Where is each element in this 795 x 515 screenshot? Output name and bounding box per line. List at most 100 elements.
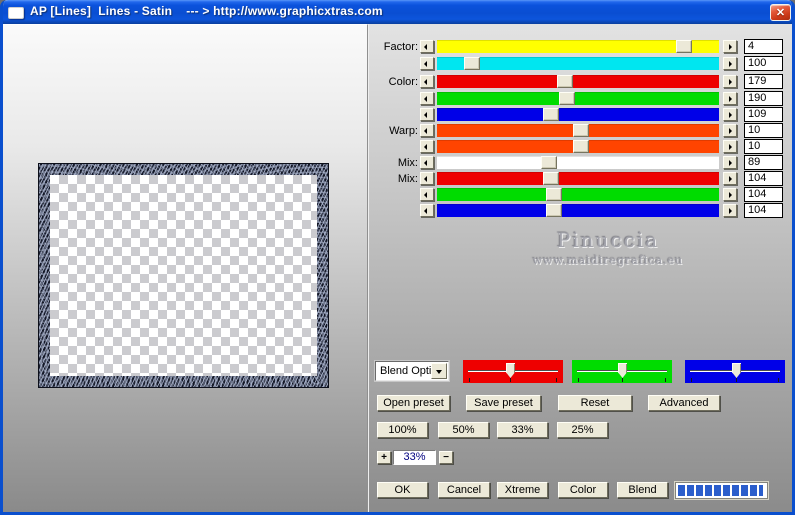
slider-value-box[interactable]: 4 [744,39,783,54]
slider-thumb[interactable] [546,188,562,201]
slider-left-arrow-button[interactable] [420,188,434,201]
slider-left-arrow-button[interactable] [420,57,434,70]
progress-segment [759,485,763,496]
slider-label: Mix: [397,157,418,169]
close-button[interactable]: ✕ [770,4,791,21]
slider-thumb[interactable] [573,124,589,137]
slider-track[interactable] [437,40,719,53]
slider-value-box[interactable]: 104 [744,187,783,202]
slider-track[interactable] [437,92,719,105]
slider-row: Factor: 4 [3,39,792,56]
slider-right-arrow-button[interactable] [723,156,737,169]
blue-channel-trackbar[interactable] [685,360,785,383]
slider-label: Factor: [383,41,418,53]
slider-track[interactable] [437,140,719,153]
trackbar-thumb[interactable] [618,363,627,378]
slider-value-box[interactable]: 190 [744,91,783,106]
trackbar-thumb[interactable] [506,363,515,378]
slider-row: Mix: 104 [3,171,792,188]
slider-thumb[interactable] [546,204,562,217]
ok-button[interactable]: OK [377,482,428,498]
zoom-out-button[interactable]: − [439,451,453,464]
arrow-right-icon [729,128,732,134]
slider-track[interactable] [437,188,719,201]
slider-right-arrow-button[interactable] [723,57,737,70]
app-icon [8,7,24,19]
slider-right-arrow-button[interactable] [723,204,737,217]
trackbar-thumb[interactable] [732,363,741,378]
slider-left-arrow-button[interactable] [420,75,434,88]
slider-right-arrow-button[interactable] [723,124,737,137]
slider-thumb[interactable] [557,75,573,88]
arrow-right-icon [729,44,732,50]
slider-right-arrow-button[interactable] [723,172,737,185]
slider-right-arrow-button[interactable] [723,188,737,201]
preview-25pct-button[interactable]: 25% [557,422,608,438]
slider-left-arrow-button[interactable] [420,140,434,153]
save-preset-button[interactable]: Save preset [466,395,541,411]
close-icon: ✕ [775,7,786,19]
slider-thumb[interactable] [543,172,559,185]
blend-button[interactable]: Blend [617,482,668,498]
blend-options-dropdown[interactable]: Blend Opti [375,361,449,381]
slider-left-arrow-button[interactable] [420,108,434,121]
slider-track[interactable] [437,75,719,88]
green-channel-trackbar[interactable] [572,360,672,383]
slider-right-arrow-button[interactable] [723,108,737,121]
slider-track[interactable] [437,57,719,70]
slider-value-box[interactable]: 100 [744,56,783,71]
slider-track[interactable] [437,108,719,121]
slider-label: Color: [388,76,418,88]
slider-track[interactable] [437,156,719,169]
slider-thumb[interactable] [541,156,557,169]
titlebar[interactable]: AP [Lines] Lines - Satin --- > http://ww… [3,0,792,24]
dropdown-selected-value: Blend Opti [380,365,432,377]
slider-value-box[interactable]: 104 [744,171,783,186]
slider-right-arrow-button[interactable] [723,75,737,88]
progress-segment [723,485,730,496]
slider-thumb[interactable] [676,40,692,53]
slider-label: Warp: [389,125,418,137]
preview-100pct-button[interactable]: 100% [377,422,428,438]
open-preset-button[interactable]: Open preset [377,395,450,411]
slider-right-arrow-button[interactable] [723,40,737,53]
slider-value-box[interactable]: 89 [744,155,783,170]
slider-right-arrow-button[interactable] [723,140,737,153]
slider-track[interactable] [437,124,719,137]
color-button[interactable]: Color [558,482,608,498]
dropdown-arrow-button[interactable] [431,363,447,379]
slider-thumb[interactable] [559,92,575,105]
slider-value-box[interactable]: 10 [744,123,783,138]
slider-left-arrow-button[interactable] [420,40,434,53]
reset-button[interactable]: Reset [558,395,632,411]
advanced-button[interactable]: Advanced [648,395,720,411]
slider-left-arrow-button[interactable] [420,124,434,137]
zoom-in-button[interactable]: + [377,451,391,464]
slider-track[interactable] [437,204,719,217]
slider-row: 100 [3,56,792,73]
slider-left-arrow-button[interactable] [420,172,434,185]
slider-thumb[interactable] [573,140,589,153]
slider-left-arrow-button[interactable] [420,156,434,169]
arrow-left-icon [424,192,427,198]
preview-50pct-button[interactable]: 50% [438,422,489,438]
slider-left-arrow-button[interactable] [420,92,434,105]
slider-row: Warp: 10 [3,123,792,140]
slider-right-arrow-button[interactable] [723,92,737,105]
slider-thumb[interactable] [464,57,480,70]
slider-value-box[interactable]: 104 [744,203,783,218]
red-channel-trackbar[interactable] [463,360,563,383]
cancel-button[interactable]: Cancel [438,482,490,498]
arrow-right-icon [729,79,732,85]
slider-value-box[interactable]: 179 [744,74,783,89]
slider-value-box[interactable]: 109 [744,107,783,122]
slider-left-arrow-button[interactable] [420,204,434,217]
slider-value-box[interactable]: 10 [744,139,783,154]
progress-segment [732,485,739,496]
slider-thumb[interactable] [543,108,559,121]
preview-33pct-button[interactable]: 33% [497,422,548,438]
xtreme-button[interactable]: Xtreme [497,482,548,498]
slider-track[interactable] [437,172,719,185]
arrow-left-icon [424,144,427,150]
arrow-right-icon [729,96,732,102]
